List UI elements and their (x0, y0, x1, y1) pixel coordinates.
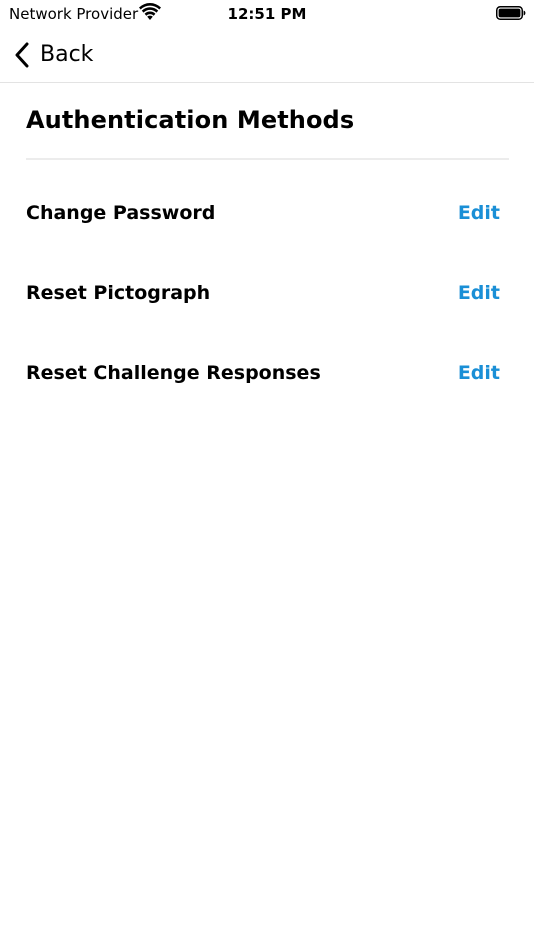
status-time: 12:51 PM (227, 5, 307, 23)
edit-change-password-button[interactable]: Edit (458, 200, 500, 226)
title-divider (26, 158, 509, 160)
method-row-reset-pictograph: Reset Pictograph Edit (26, 273, 500, 313)
battery-icon (496, 6, 526, 20)
method-label-reset-pictograph: Reset Pictograph (26, 282, 211, 304)
edit-reset-pictograph-button[interactable]: Edit (458, 280, 500, 306)
navigation-bar: Back (0, 28, 534, 83)
page-title: Authentication Methods (26, 106, 355, 134)
method-label-reset-challenge-responses: Reset Challenge Responses (26, 362, 321, 384)
method-label-change-password: Change Password (26, 202, 216, 224)
method-row-change-password: Change Password Edit (26, 193, 500, 233)
back-button[interactable]: Back (14, 38, 93, 72)
chevron-left-icon (15, 42, 29, 68)
edit-reset-challenge-responses-button[interactable]: Edit (458, 360, 500, 386)
status-bar: Network Provider 12:51 PM (0, 0, 534, 28)
method-row-reset-challenge-responses: Reset Challenge Responses Edit (26, 353, 500, 393)
back-label: Back (40, 42, 94, 67)
